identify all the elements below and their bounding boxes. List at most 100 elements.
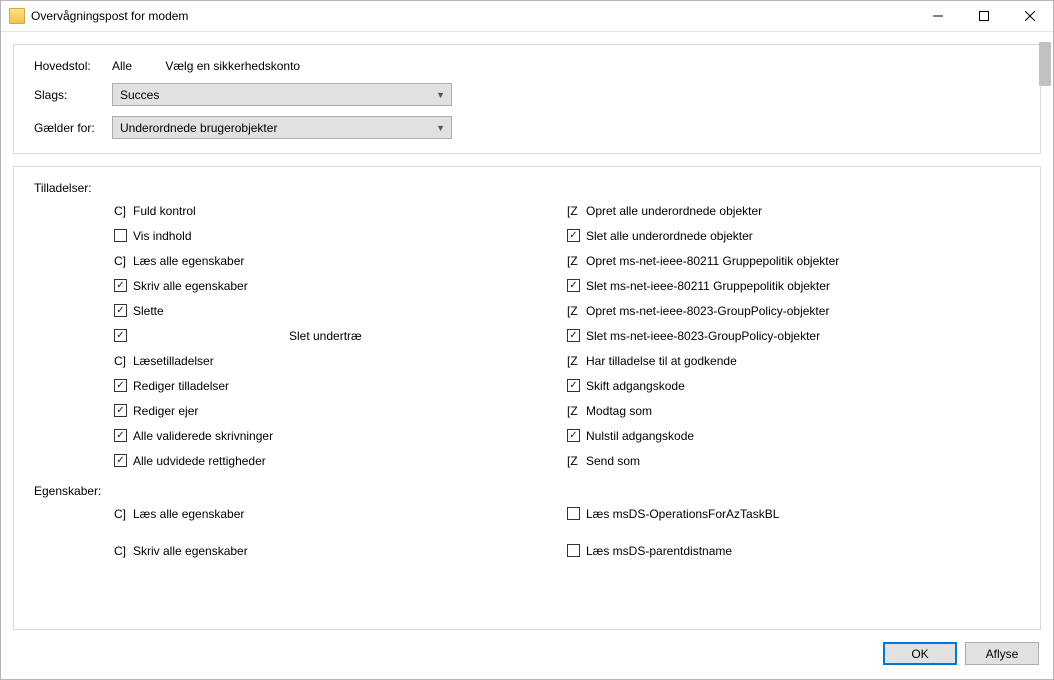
checkbox[interactable] — [114, 379, 127, 392]
checkbox[interactable] — [567, 279, 580, 292]
gaelder-label: Gælder for: — [34, 121, 112, 135]
permission-row: Alle validerede skrivninger — [114, 426, 567, 445]
permission-row: [Z Modtag som — [567, 401, 1020, 420]
permission-label: Slet alle underordnede objekter — [586, 229, 753, 243]
permission-label: Nulstil adgangskode — [586, 429, 694, 443]
properties-column-left: C] Læs alle egenskaber C]Skriv alle egensk… — [114, 504, 567, 560]
maximize-button[interactable] — [961, 1, 1007, 31]
permission-label: Slet ms-net-ieee-8023-GroupPolicy-objekt… — [586, 329, 820, 343]
header-panel: Hovedstol: Alle Vælg en sikkerhedskonto … — [13, 44, 1041, 154]
permission-row: Nulstil adgangskode — [567, 426, 1020, 445]
titlebar: Overvågningspost for modem — [1, 1, 1053, 32]
checkbox[interactable] — [567, 329, 580, 342]
properties-label: Egenskaber: — [34, 484, 1020, 498]
minimize-button[interactable] — [915, 1, 961, 31]
hovedstol-row: Alle Vælg en sikkerhedskonto — [112, 59, 452, 73]
permission-row: [Z Har tilladelse til at godkende — [567, 351, 1020, 370]
static-check-glyph: C] — [114, 507, 127, 521]
checkbox[interactable] — [567, 429, 580, 442]
permission-row: Slet ms-net-ieee-80211 Gruppepolitik obj… — [567, 276, 1020, 295]
chevron-down-icon: ▼ — [436, 90, 445, 100]
window-title: Overvågningspost for modem — [31, 9, 915, 23]
permission-label: Modtag som — [586, 404, 652, 418]
window-controls — [915, 1, 1053, 31]
permission-row: C]Læs alle egenskaber — [114, 251, 567, 270]
maximize-icon — [979, 11, 989, 21]
permission-label: Opret alle underordnede objekter — [586, 204, 762, 218]
permission-label: Opret ms-net-ieee-8023-GroupPolicy-objek… — [586, 304, 829, 318]
static-check-glyph: [Z — [567, 204, 580, 218]
checkbox[interactable] — [567, 229, 580, 242]
permission-row: Læs msDS-parentdistname — [567, 541, 1020, 560]
checkbox[interactable] — [114, 304, 127, 317]
checkbox[interactable] — [114, 429, 127, 442]
permission-label: Alle validerede skrivninger — [133, 429, 273, 443]
static-check-glyph: C] — [114, 354, 127, 368]
slags-value: Succes — [120, 88, 159, 102]
permissions-label: Tilladelser: — [34, 181, 1020, 195]
permission-label: Skift adgangskode — [586, 379, 685, 393]
static-check-glyph: [Z — [567, 254, 580, 268]
gaelder-select[interactable]: Underordnede brugerobjekter ▼ — [112, 116, 452, 139]
slags-label: Slags: — [34, 88, 112, 102]
permission-label: Rediger ejer — [133, 404, 198, 418]
checkbox[interactable] — [567, 379, 580, 392]
checkbox[interactable] — [114, 404, 127, 417]
checkbox[interactable] — [114, 454, 127, 467]
button-bar: OK Aflyse — [1, 642, 1053, 679]
cancel-button[interactable]: Aflyse — [965, 642, 1039, 665]
permission-label: Har tilladelse til at godkende — [586, 354, 737, 368]
permissions-column-right: [Z Opret alle underordnede objekter Slet a… — [567, 201, 1020, 470]
static-check-glyph: [Z — [567, 304, 580, 318]
permission-label: Skriv alle egenskaber — [133, 544, 248, 558]
permission-row: Vis indhold — [114, 226, 567, 245]
permission-row: [Z Opret alle underordnede objekter — [567, 201, 1020, 220]
checkbox[interactable] — [567, 507, 580, 520]
permission-row: C] Læsetilladelser — [114, 351, 567, 370]
permission-row: [Z Opret ms-net-ieee-8023-GroupPolicy-obj… — [567, 301, 1020, 320]
permission-row: Alle udvidede rettigheder — [114, 451, 567, 470]
permission-label: Læsetilladelser — [133, 354, 214, 368]
minimize-icon — [933, 11, 943, 21]
chevron-down-icon: ▼ — [436, 123, 445, 133]
permission-row: Skriv alle egenskaber — [114, 276, 567, 295]
slags-select[interactable]: Succes ▼ — [112, 83, 452, 106]
checkbox[interactable] — [114, 229, 127, 242]
checkbox[interactable] — [567, 544, 580, 557]
checkbox[interactable] — [114, 279, 127, 292]
permission-label: Læs alle egenskaber — [133, 507, 244, 521]
choose-security-account[interactable]: Vælg en sikkerhedskonto — [135, 59, 300, 73]
checkbox[interactable] — [114, 329, 127, 342]
permission-label: Skriv alle egenskaber — [133, 279, 248, 293]
permission-label: Opret ms-net-ieee-80211 Gruppepolitik ob… — [586, 254, 839, 268]
permission-row: C]Skriv alle egenskaber — [114, 541, 567, 560]
permission-row: Slette — [114, 301, 567, 320]
static-check-glyph: C] — [114, 204, 127, 218]
static-check-glyph: [Z — [567, 354, 580, 368]
ok-button[interactable]: OK — [883, 642, 957, 665]
permission-row: Læs msDS-OperationsForAzTaskBL — [567, 504, 1020, 523]
permission-row: C] Fuld kontrol — [114, 201, 567, 220]
vertical-scrollbar[interactable] — [1039, 42, 1051, 86]
permission-row: Skift adgangskode — [567, 376, 1020, 395]
static-check-glyph: [Z — [567, 404, 580, 418]
permission-row: Slet alle underordnede objekter — [567, 226, 1020, 245]
permission-label: Slette — [133, 304, 164, 318]
folder-icon — [9, 8, 25, 24]
permission-label: Fuld kontrol — [133, 204, 196, 218]
permission-row: C] Læs alle egenskaber — [114, 504, 567, 523]
close-button[interactable] — [1007, 1, 1053, 31]
permissions-panel: Tilladelser: C]Fuld kontrolVis indholdC]… — [13, 166, 1041, 630]
permission-label: Alle udvidede rettigheder — [133, 454, 266, 468]
client-area: Hovedstol: Alle Vælg en sikkerhedskonto … — [1, 32, 1053, 642]
hovedstol-value: Alle — [112, 59, 132, 73]
permission-label: Send som — [586, 454, 640, 468]
hovedstol-label: Hovedstol: — [34, 59, 112, 73]
permission-label: Slet ms-net-ieee-80211 Gruppepolitik obj… — [586, 279, 830, 293]
permission-row: [Z Opret ms-net-ieee-80211 Gruppepolitik … — [567, 251, 1020, 270]
permission-row: Rediger tilladelser — [114, 376, 567, 395]
permissions-column-left: C] Fuld kontrol Vis indhold C]Læs alle egen… — [114, 201, 567, 470]
permission-trailing-label: Slet undertræ — [289, 329, 362, 343]
gaelder-value: Underordnede brugerobjekter — [120, 121, 277, 135]
permission-row: Slet ms-net-ieee-8023-GroupPolicy-objekt… — [567, 326, 1020, 345]
